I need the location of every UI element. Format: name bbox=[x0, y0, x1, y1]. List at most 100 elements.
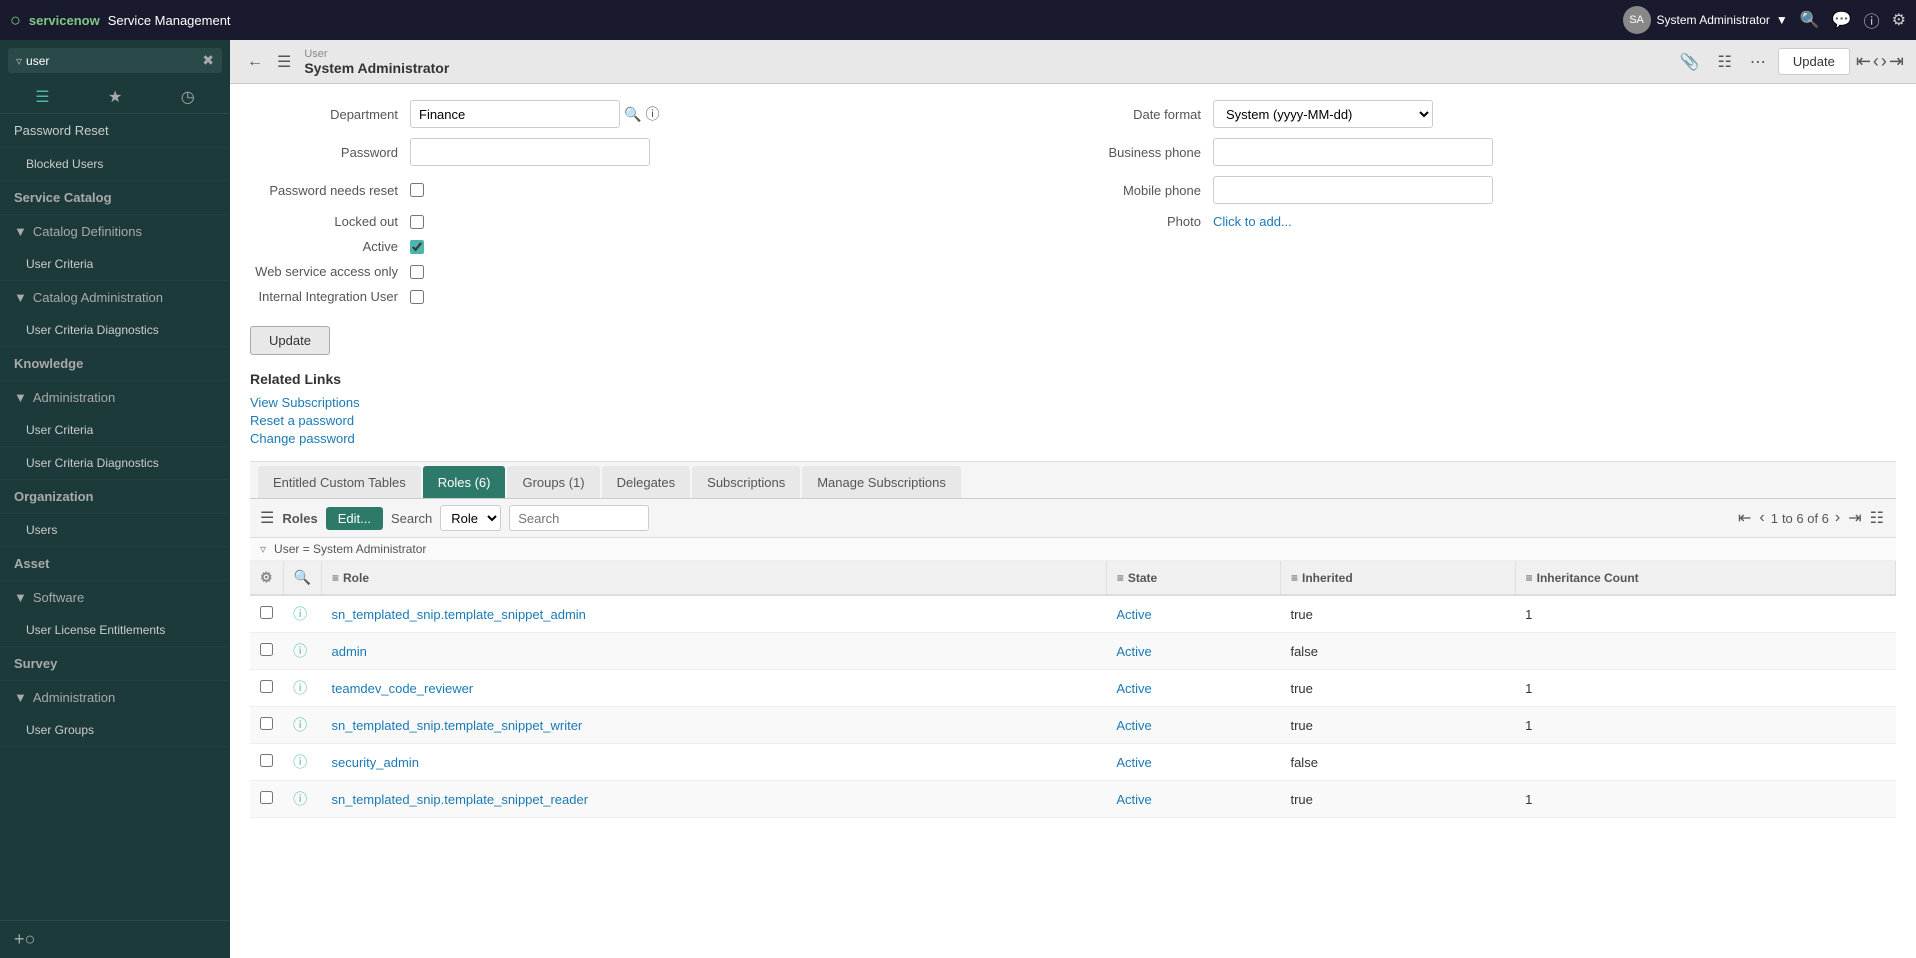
first-record-button[interactable]: ⇤ bbox=[1856, 51, 1871, 72]
gear-icon[interactable]: ⚙ bbox=[260, 569, 273, 585]
row-checkbox[interactable] bbox=[260, 643, 273, 656]
tab-groups[interactable]: Groups (1) bbox=[507, 466, 599, 498]
sidebar-item-user-license[interactable]: User License Entitlements bbox=[0, 614, 230, 647]
row-info-icon[interactable]: ⓘ bbox=[293, 606, 307, 622]
row-checkbox[interactable] bbox=[260, 754, 273, 767]
sidebar-item-password-reset[interactable]: Password Reset bbox=[0, 114, 230, 148]
sidebar-tab-history[interactable]: ◷ bbox=[181, 87, 195, 107]
next-record-button[interactable]: › bbox=[1881, 51, 1887, 72]
user-dropdown-icon[interactable]: ▼ bbox=[1776, 13, 1788, 27]
sidebar-item-user-criteria-diagnostics-1[interactable]: User Criteria Diagnostics bbox=[0, 314, 230, 347]
sidebar-item-service-catalog[interactable]: Service Catalog bbox=[0, 181, 230, 215]
reset-password-link[interactable]: Reset a password bbox=[250, 413, 1896, 428]
date-format-select[interactable]: System (yyyy-MM-dd) bbox=[1213, 100, 1433, 128]
chat-icon[interactable]: 💬 bbox=[1832, 10, 1852, 30]
search-field-select[interactable]: Role bbox=[440, 505, 501, 531]
sidebar-group-admin[interactable]: ▼ Administration bbox=[0, 381, 230, 414]
state-link[interactable]: Active bbox=[1116, 792, 1151, 807]
tab-roles[interactable]: Roles (6) bbox=[423, 466, 506, 498]
sidebar-tab-favorites[interactable]: ★ bbox=[108, 87, 122, 107]
tab-subscriptions[interactable]: Subscriptions bbox=[692, 466, 800, 498]
sidebar-search-input[interactable] bbox=[26, 54, 198, 68]
mobile-input[interactable] bbox=[1213, 176, 1493, 204]
state-link[interactable]: Active bbox=[1116, 607, 1151, 622]
row-checkbox[interactable] bbox=[260, 791, 273, 804]
state-link[interactable]: Active bbox=[1116, 755, 1151, 770]
sidebar-item-asset[interactable]: Asset bbox=[0, 547, 230, 581]
role-link[interactable]: sn_templated_snip.template_snippet_write… bbox=[332, 718, 583, 733]
row-info-icon[interactable]: ⓘ bbox=[293, 754, 307, 770]
menu-button[interactable]: ☰ bbox=[272, 50, 296, 74]
settings-icon[interactable]: ⚙ bbox=[1892, 10, 1906, 30]
row-info-icon[interactable]: ⓘ bbox=[293, 717, 307, 733]
tab-manage-subscriptions[interactable]: Manage Subscriptions bbox=[802, 466, 961, 498]
sidebar-group-catalog-definitions[interactable]: ▼ Catalog Definitions bbox=[0, 215, 230, 248]
active-checkbox[interactable] bbox=[410, 240, 424, 254]
sidebar-item-organization[interactable]: Organization bbox=[0, 480, 230, 514]
th-state[interactable]: ≡ State bbox=[1106, 561, 1280, 595]
row-checkbox[interactable] bbox=[260, 680, 273, 693]
state-link[interactable]: Active bbox=[1116, 644, 1151, 659]
back-button[interactable]: ← bbox=[242, 51, 268, 73]
last-page-button[interactable]: ⇥ bbox=[1846, 506, 1863, 530]
role-link[interactable]: teamdev_code_reviewer bbox=[332, 681, 474, 696]
photo-link[interactable]: Click to add... bbox=[1213, 214, 1292, 229]
tab-entitled-custom-tables[interactable]: Entitled Custom Tables bbox=[258, 466, 421, 498]
add-circle-icon[interactable]: +○ bbox=[14, 929, 35, 949]
role-link[interactable]: admin bbox=[332, 644, 367, 659]
search-col-icon[interactable]: 🔍 bbox=[294, 569, 311, 585]
search-icon[interactable]: 🔍 bbox=[1800, 10, 1820, 30]
edit-button[interactable]: Edit... bbox=[326, 507, 383, 530]
biz-phone-input[interactable] bbox=[1213, 138, 1493, 166]
update-button-form[interactable]: Update bbox=[250, 326, 330, 355]
sidebar-item-user-criteria-2[interactable]: User Criteria bbox=[0, 414, 230, 447]
tab-delegates[interactable]: Delegates bbox=[602, 466, 691, 498]
row-checkbox[interactable] bbox=[260, 717, 273, 730]
last-record-button[interactable]: ⇥ bbox=[1889, 51, 1904, 72]
sidebar-item-user-criteria-diagnostics-2[interactable]: User Criteria Diagnostics bbox=[0, 447, 230, 480]
user-menu[interactable]: SA System Administrator ▼ bbox=[1623, 6, 1788, 34]
sidebar-item-knowledge[interactable]: Knowledge bbox=[0, 347, 230, 381]
next-page-button[interactable]: › bbox=[1833, 507, 1842, 529]
th-inherited[interactable]: ≡ Inherited bbox=[1280, 561, 1515, 595]
state-link[interactable]: Active bbox=[1116, 718, 1151, 733]
sidebar-group-catalog-admin[interactable]: ▼ Catalog Administration bbox=[0, 281, 230, 314]
sidebar-item-survey[interactable]: Survey bbox=[0, 647, 230, 681]
dept-search-icon[interactable]: 🔍 bbox=[624, 106, 641, 123]
row-info-icon[interactable]: ⓘ bbox=[293, 791, 307, 807]
sidebar-item-user-groups[interactable]: User Groups bbox=[0, 714, 230, 747]
sidebar-item-blocked-users[interactable]: Blocked Users bbox=[0, 148, 230, 181]
password-input[interactable] bbox=[410, 138, 650, 166]
search-input[interactable] bbox=[509, 505, 649, 531]
prev-record-button[interactable]: ‹ bbox=[1873, 51, 1879, 72]
dept-info-icon[interactable]: ⓘ bbox=[645, 104, 659, 124]
attachment-icon[interactable]: 📎 bbox=[1674, 48, 1706, 76]
sidebar-item-user-criteria-1[interactable]: User Criteria bbox=[0, 248, 230, 281]
clear-search-icon[interactable]: ✖ bbox=[202, 52, 214, 69]
dept-input[interactable] bbox=[410, 100, 620, 128]
help-icon[interactable]: ⓘ bbox=[1864, 8, 1880, 32]
row-checkbox[interactable] bbox=[260, 606, 273, 619]
sidebar-item-users[interactable]: Users bbox=[0, 514, 230, 547]
settings-panel-icon[interactable]: ☷ bbox=[1712, 48, 1738, 76]
sidebar-tab-list[interactable]: ☰ bbox=[35, 87, 49, 107]
sidebar-group-admin2[interactable]: ▼ Administration bbox=[0, 681, 230, 714]
state-link[interactable]: Active bbox=[1116, 681, 1151, 696]
more-options-icon[interactable]: ⋯ bbox=[1744, 48, 1772, 76]
th-inheritance-count[interactable]: ≡ Inheritance Count bbox=[1515, 561, 1895, 595]
table-menu-icon[interactable]: ☰ bbox=[260, 508, 274, 528]
row-info-icon[interactable]: ⓘ bbox=[293, 680, 307, 696]
row-info-icon[interactable]: ⓘ bbox=[293, 643, 307, 659]
change-password-link[interactable]: Change password bbox=[250, 431, 1896, 446]
pwd-needs-reset-checkbox[interactable] bbox=[410, 183, 424, 197]
role-link[interactable]: sn_templated_snip.template_snippet_admin bbox=[332, 607, 586, 622]
prev-page-button[interactable]: ‹ bbox=[1757, 507, 1766, 529]
web-service-checkbox[interactable] bbox=[410, 265, 424, 279]
role-link[interactable]: security_admin bbox=[332, 755, 419, 770]
sidebar-group-software[interactable]: ▼ Software bbox=[0, 581, 230, 614]
internal-integration-checkbox[interactable] bbox=[410, 290, 424, 304]
locked-out-checkbox[interactable] bbox=[410, 215, 424, 229]
update-button-header[interactable]: Update bbox=[1778, 48, 1850, 75]
view-subscriptions-link[interactable]: View Subscriptions bbox=[250, 395, 1896, 410]
first-page-button[interactable]: ⇤ bbox=[1736, 506, 1753, 530]
